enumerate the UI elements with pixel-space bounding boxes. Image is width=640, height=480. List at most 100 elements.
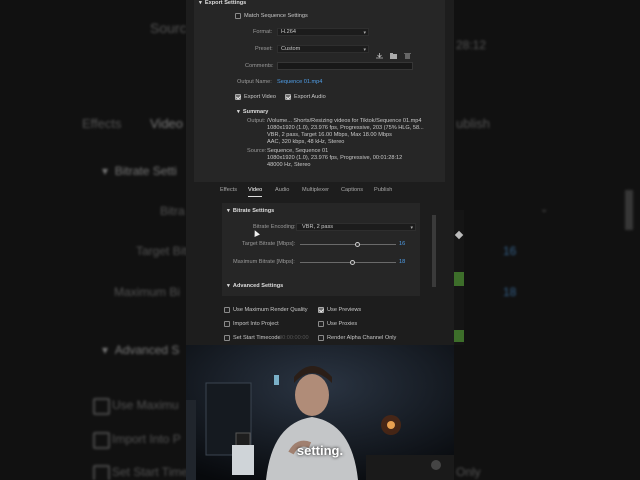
summary-output-line: VBR, 2 pass, Target 16.00 Mbps, Max 18.0… — [267, 132, 392, 138]
bitrate-settings-header[interactable]: ▾ Bitrate Settings — [227, 208, 274, 214]
bg-checkbox — [93, 398, 110, 415]
scrollbar[interactable] — [432, 215, 436, 287]
webcam-video — [186, 345, 454, 480]
import-project-label: Import Into Project — [233, 321, 279, 327]
summary-output-line: 1080x1920 (1.0), 23.976 fps, Progressive… — [267, 125, 424, 131]
set-start-timecode-label: Set Start Timecode — [233, 335, 281, 341]
side-strip — [454, 210, 464, 345]
webcam-scene — [186, 345, 454, 480]
bg-opt-1: Use Maximu — [112, 398, 179, 412]
timecode-field[interactable]: 00:00:00:00 — [279, 335, 309, 341]
export-audio-checkbox[interactable] — [285, 94, 291, 100]
target-bitrate-slider[interactable] — [300, 244, 396, 245]
bg-maximum-label: Maximum Bi — [114, 285, 181, 299]
bitrate-encoding-value: VBR, 2 pass — [302, 224, 334, 230]
video-caption: setting. — [296, 443, 344, 458]
summary-source-line: 48000 Hz, Stereo — [267, 162, 311, 168]
bg-maximum-value: 18 — [503, 285, 517, 299]
maximum-bitrate-knob[interactable] — [350, 260, 356, 265]
export-video-label: Export Video — [244, 94, 276, 100]
chevron-down-icon: ▾ — [363, 47, 366, 53]
summary-header[interactable]: ▾ Summary — [237, 109, 268, 115]
match-sequence-checkbox[interactable] — [235, 13, 241, 19]
export-settings-dialog: ▾ Export Settings Match Sequence Setting… — [186, 0, 454, 345]
chevron-down-icon: ▾ — [227, 208, 230, 214]
bg-tab-effects: Effects — [82, 116, 122, 131]
export-video-checkbox[interactable] — [235, 94, 241, 100]
format-label: Format: — [253, 29, 273, 35]
summary-output-line: /Volume... Shorts/Resizing videos for Ti… — [267, 118, 422, 124]
set-start-timecode-checkbox[interactable] — [224, 335, 230, 341]
tab-effects[interactable]: Effects — [220, 187, 237, 193]
maximum-bitrate-slider[interactable] — [300, 262, 396, 263]
audio-meter-green — [454, 272, 464, 286]
bg-bitrate-settings: ▾ Bitrate Setti — [102, 164, 177, 178]
import-project-checkbox[interactable] — [224, 321, 230, 327]
summary-source-label: Source: — [247, 148, 267, 154]
bg-time: 28:12 — [456, 38, 487, 52]
render-options: Use Maximum Render Quality Use Previews … — [186, 300, 454, 345]
save-preset-icon[interactable] — [376, 46, 383, 59]
summary-source-line: Sequence, Sequence 01 — [267, 148, 329, 154]
bg-tab-video: Video — [150, 116, 184, 131]
chevron-down-icon: ⌄ — [540, 204, 549, 215]
alpha-only-checkbox[interactable] — [318, 335, 324, 341]
bg-bitrate-label: Bitra — [160, 204, 185, 218]
output-name-label: Output Name: — [237, 79, 272, 85]
summary-output-label: Output: — [247, 118, 266, 124]
export-audio-label: Export Audio — [294, 94, 326, 100]
delete-preset-icon[interactable] — [404, 46, 411, 59]
preset-value: Custom — [281, 46, 301, 52]
bg-scrollbar — [625, 190, 633, 230]
use-previews-label: Use Previews — [327, 307, 362, 313]
bg-source-label: Sourc — [150, 20, 187, 36]
max-render-quality-label: Use Maximum Render Quality — [233, 307, 308, 313]
use-proxies-checkbox[interactable] — [318, 321, 324, 327]
tab-captions[interactable]: Captions — [341, 187, 363, 193]
tab-audio[interactable]: Audio — [275, 187, 289, 193]
chevron-down-icon: ▾ — [227, 283, 230, 289]
summary-output-line: AAC, 320 kbps, 48 kHz, Stereo — [267, 139, 345, 145]
playhead-icon — [454, 230, 464, 240]
audio-meter-green — [454, 330, 464, 342]
tab-publish[interactable]: Publish — [374, 187, 392, 193]
mouse-cursor-icon — [252, 229, 260, 237]
bg-target-value: 16 — [503, 244, 517, 258]
summary-source-line: 1080x1920 (1.0), 23.976 fps, Progressive… — [267, 155, 403, 161]
active-tab-underline — [248, 196, 262, 197]
comments-field[interactable] — [277, 62, 413, 70]
export-settings-header[interactable]: ▾ Export Settings — [199, 0, 246, 6]
preset-label: Preset: — [255, 46, 273, 52]
bitrate-settings-panel: ▾ Bitrate Settings Bitrate Encoding: VBR… — [222, 203, 420, 296]
chevron-down-icon: ▾ — [237, 109, 240, 115]
comments-label: Comments: — [245, 63, 274, 69]
tab-multiplexer[interactable]: Multiplexer — [302, 187, 329, 193]
use-previews-checkbox[interactable] — [318, 307, 324, 313]
target-bitrate-value[interactable]: 16 — [399, 241, 405, 247]
advanced-settings-header[interactable]: ▾ Advanced Settings — [227, 283, 283, 289]
bg-checkbox — [93, 465, 110, 480]
output-name-link[interactable]: Sequence 01.mp4 — [277, 79, 322, 85]
alpha-only-label: Render Alpha Channel Only — [327, 335, 397, 341]
chevron-down-icon: ▾ — [410, 225, 413, 231]
maximum-bitrate-label: Maximum Bitrate [Mbps]: — [233, 259, 295, 265]
format-value: H.264 — [281, 29, 296, 35]
preset-select[interactable]: Custom ▾ — [277, 45, 369, 53]
import-preset-icon[interactable] — [390, 46, 397, 59]
format-select[interactable]: H.264 ▾ — [277, 28, 369, 36]
tab-video[interactable]: Video — [248, 187, 262, 193]
max-render-quality-checkbox[interactable] — [224, 307, 230, 313]
bitrate-encoding-select[interactable]: VBR, 2 pass ▾ — [296, 223, 416, 231]
bg-only: Only — [456, 465, 481, 479]
bitrate-encoding-label: Bitrate Encoding: — [253, 224, 296, 230]
tab-bar: Effects Video Audio Multiplexer Captions… — [186, 184, 454, 198]
maximum-bitrate-value[interactable]: 18 — [399, 259, 405, 265]
match-sequence-label: Match Sequence Settings — [244, 13, 308, 19]
export-settings-panel: ▾ Export Settings Match Sequence Setting… — [194, 0, 445, 182]
target-bitrate-knob[interactable] — [355, 242, 361, 247]
bg-advanced: ▾ Advanced S — [102, 343, 180, 357]
chevron-down-icon: ▾ — [199, 0, 202, 6]
use-proxies-label: Use Proxies — [327, 321, 358, 327]
bg-opt-3: Set Start Time — [112, 465, 189, 479]
target-bitrate-label: Target Bitrate [Mbps]: — [242, 241, 296, 247]
